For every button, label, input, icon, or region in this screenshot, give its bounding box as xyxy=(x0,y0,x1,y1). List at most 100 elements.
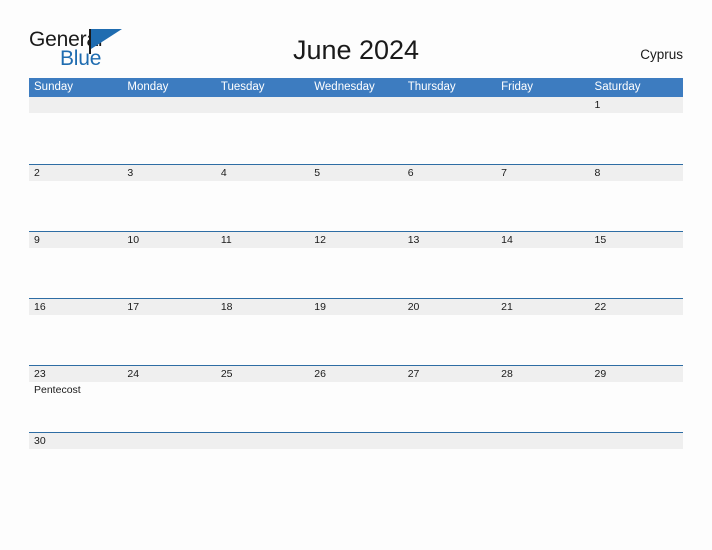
day-cell xyxy=(496,382,589,431)
day-number-empty xyxy=(216,433,309,449)
calendar-week-row: 16 17 18 19 20 21 22 xyxy=(29,298,683,365)
weekday-header-friday: Friday xyxy=(501,81,534,93)
day-number[interactable]: 20 xyxy=(403,299,496,315)
week-date-number-strip: 30 xyxy=(29,433,683,449)
day-cell xyxy=(122,113,215,162)
week-event-area xyxy=(29,315,683,364)
day-cell xyxy=(309,181,402,230)
day-number-empty xyxy=(590,433,683,449)
day-number[interactable]: 30 xyxy=(29,433,122,449)
day-number-empty xyxy=(496,97,589,113)
day-number-empty xyxy=(403,433,496,449)
day-number[interactable]: 6 xyxy=(403,165,496,181)
day-cell xyxy=(216,113,309,162)
day-cell xyxy=(309,113,402,162)
day-number-empty xyxy=(403,97,496,113)
day-number[interactable]: 27 xyxy=(403,366,496,382)
day-number[interactable]: 5 xyxy=(309,165,402,181)
day-cell xyxy=(590,449,683,498)
day-cell xyxy=(309,449,402,498)
day-cell xyxy=(122,181,215,230)
day-number[interactable]: 29 xyxy=(590,366,683,382)
day-cell xyxy=(29,113,122,162)
calendar-week-row: 1 xyxy=(29,97,683,164)
day-cell xyxy=(309,315,402,364)
day-cell xyxy=(403,449,496,498)
day-number[interactable]: 25 xyxy=(216,366,309,382)
day-cell xyxy=(403,248,496,297)
day-cell xyxy=(216,248,309,297)
day-number[interactable]: 4 xyxy=(216,165,309,181)
day-number[interactable]: 11 xyxy=(216,232,309,248)
day-cell xyxy=(403,315,496,364)
day-number-empty xyxy=(496,433,589,449)
day-number[interactable]: 13 xyxy=(403,232,496,248)
day-cell xyxy=(309,382,402,431)
week-date-number-strip: 1 xyxy=(29,97,683,113)
day-cell xyxy=(403,181,496,230)
day-cell xyxy=(216,449,309,498)
day-number[interactable]: 9 xyxy=(29,232,122,248)
day-number[interactable]: 21 xyxy=(496,299,589,315)
day-number[interactable]: 28 xyxy=(496,366,589,382)
day-cell xyxy=(496,248,589,297)
week-event-area xyxy=(29,113,683,162)
day-number[interactable]: 1 xyxy=(590,97,683,113)
day-cell xyxy=(496,113,589,162)
region-label: Cyprus xyxy=(640,47,683,62)
week-event-area xyxy=(29,248,683,297)
day-number[interactable]: 17 xyxy=(122,299,215,315)
weekday-header-monday: Monday xyxy=(127,81,169,93)
day-number-empty xyxy=(29,97,122,113)
day-cell xyxy=(496,181,589,230)
day-number[interactable]: 3 xyxy=(122,165,215,181)
day-number[interactable]: 14 xyxy=(496,232,589,248)
day-number-empty xyxy=(122,97,215,113)
day-cell xyxy=(590,113,683,162)
day-number[interactable]: 16 xyxy=(29,299,122,315)
day-cell xyxy=(403,382,496,431)
day-cell xyxy=(122,315,215,364)
day-number-empty xyxy=(122,433,215,449)
day-number[interactable]: 26 xyxy=(309,366,402,382)
day-number[interactable]: 18 xyxy=(216,299,309,315)
day-number[interactable]: 10 xyxy=(122,232,215,248)
weekday-header-wednesday: Wednesday xyxy=(314,81,375,93)
week-date-number-strip: 9 10 11 12 13 14 15 xyxy=(29,232,683,248)
day-cell xyxy=(216,315,309,364)
calendar-week-row: 2345678 xyxy=(29,164,683,231)
week-event-area xyxy=(29,181,683,230)
day-number[interactable]: 7 xyxy=(496,165,589,181)
day-number-empty xyxy=(309,97,402,113)
day-cell xyxy=(29,181,122,230)
day-cell xyxy=(122,248,215,297)
day-number[interactable]: 24 xyxy=(122,366,215,382)
week-date-number-strip: 23 24 25 26 27 28 29 xyxy=(29,366,683,382)
weekday-header-saturday: Saturday xyxy=(594,81,641,93)
day-number[interactable]: 8 xyxy=(590,165,683,181)
day-number[interactable]: 12 xyxy=(309,232,402,248)
holiday-event-label: Pentecost xyxy=(34,384,81,396)
day-cell xyxy=(403,113,496,162)
page-title: June 2024 xyxy=(292,35,420,65)
day-cell xyxy=(29,449,122,498)
day-number[interactable]: 23 xyxy=(29,366,122,382)
day-cell xyxy=(496,449,589,498)
day-cell xyxy=(29,248,122,297)
calendar-grid: Sunday Monday Tuesday Wednesday Thursday… xyxy=(29,78,683,499)
calendar-week-row: 23 24 25 26 27 28 29 Pentecost xyxy=(29,365,683,432)
day-number-empty xyxy=(309,433,402,449)
day-number[interactable]: 2 xyxy=(29,165,122,181)
day-number[interactable]: 22 xyxy=(590,299,683,315)
day-cell xyxy=(309,248,402,297)
weekday-header-row: Sunday Monday Tuesday Wednesday Thursday… xyxy=(29,78,683,97)
day-cell xyxy=(590,248,683,297)
day-number[interactable]: 19 xyxy=(309,299,402,315)
day-cell xyxy=(29,315,122,364)
week-date-number-strip: 16 17 18 19 20 21 22 xyxy=(29,299,683,315)
day-number[interactable]: 15 xyxy=(590,232,683,248)
week-event-area xyxy=(29,449,683,498)
day-cell xyxy=(122,449,215,498)
day-cell: Pentecost xyxy=(29,382,122,431)
page-header: General Blue June 2024 Cyprus xyxy=(0,0,712,78)
